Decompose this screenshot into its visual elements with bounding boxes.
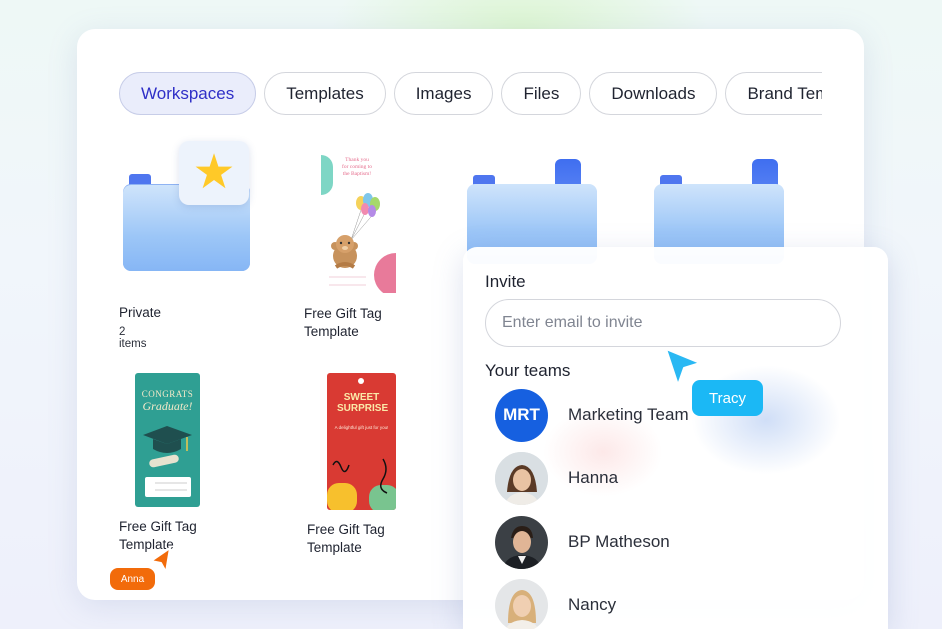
- your-teams-heading: Your teams: [485, 361, 571, 380]
- gift-tag-thumbnail-1: Thank you for coming to the Baptism!: [321, 155, 396, 293]
- gift-tag-thumbnail-2: CONGRATS Graduate!: [135, 373, 200, 507]
- avatar: [495, 451, 548, 505]
- candy-illustration: [327, 458, 396, 510]
- team-row-hanna[interactable]: Hanna: [495, 451, 825, 505]
- gift-tag-title-3: Free Gift Tag Template: [307, 522, 385, 555]
- avatar: [495, 578, 548, 629]
- star-icon: ★: [192, 146, 236, 199]
- person-icon: [495, 578, 548, 629]
- tab-files[interactable]: Files: [501, 72, 582, 115]
- tab-templates[interactable]: Templates: [264, 72, 386, 115]
- team-row-nancy[interactable]: Nancy: [495, 578, 825, 629]
- star-badge: ★: [179, 141, 249, 205]
- tab-downloads[interactable]: Downloads: [589, 72, 718, 115]
- invite-email-input[interactable]: [485, 299, 841, 347]
- team-row-bp-matheson[interactable]: BP Matheson: [495, 515, 825, 569]
- tab-bar: Workspaces Templates Images Files Downloads B…: [119, 72, 822, 116]
- person-icon: [495, 515, 548, 569]
- team-name: BP Matheson: [568, 532, 670, 551]
- team-name: Nancy: [568, 595, 617, 614]
- collaborator-cursor-tracy: Tracy: [692, 380, 763, 416]
- balloons-illustration: [329, 193, 396, 293]
- invite-heading: Invite: [485, 272, 526, 291]
- tab-images[interactable]: Images: [393, 72, 494, 115]
- avatar: MRT: [495, 388, 548, 442]
- invite-panel: Invite Your teams MRT Marketing Team Han…: [463, 247, 888, 629]
- person-icon: [495, 451, 548, 505]
- tab-brand-templates[interactable]: Brand Templates: [725, 72, 822, 115]
- collaborator-cursor-anna: Anna: [110, 568, 155, 590]
- private-item-count: 2 items: [119, 326, 147, 350]
- team-name: Marketing Team: [568, 405, 689, 424]
- graduation-cap-illustration: [143, 426, 192, 497]
- team-name: Hanna: [568, 468, 619, 487]
- private-title: Private: [119, 305, 162, 320]
- gift-tag-thumbnail-3: SWEET SURPRISE A delightful gift just fo…: [327, 373, 396, 510]
- tab-workspaces[interactable]: Workspaces: [119, 72, 257, 115]
- team-row-marketing[interactable]: MRT Marketing Team: [495, 388, 825, 442]
- gift-tag-title-1: Free Gift Tag Template: [304, 306, 382, 339]
- avatar: [495, 515, 548, 569]
